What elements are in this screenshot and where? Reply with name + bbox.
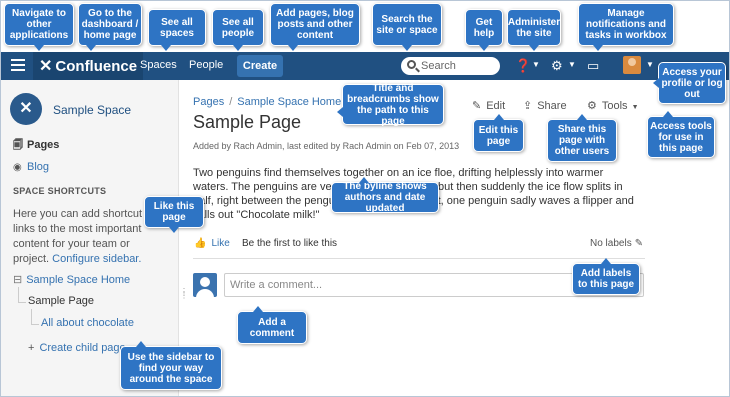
callout-admin: Administer the site	[507, 9, 561, 51]
page-tree-current[interactable]: Sample Page	[28, 295, 94, 307]
space-shortcuts-heading: SPACE SHORTCUTS	[13, 186, 107, 196]
comments-divider	[193, 258, 645, 259]
callout-edit: Edit this page	[473, 114, 524, 152]
share-icon: ⇪	[523, 100, 533, 112]
callout-help: Get help	[465, 9, 503, 51]
callout-share: Share this page with other users	[547, 114, 617, 162]
pencil-icon: ✎	[472, 100, 482, 112]
pages-icon: 🗐	[13, 140, 23, 151]
search-placeholder: Search	[421, 60, 456, 72]
app-switcher-menu-icon[interactable]	[11, 59, 25, 73]
callout-people: See all people	[212, 9, 264, 51]
breadcrumb: Pages / Sample Space Home	[193, 96, 341, 108]
create-button[interactable]: Create	[237, 55, 283, 77]
page-tree-root[interactable]: ⊟ Sample Space Home	[13, 273, 130, 286]
page-tree-child[interactable]: All about chocolate	[41, 317, 134, 329]
space-name-link[interactable]: Sample Space	[53, 103, 131, 117]
callout-dashboard: Go to the dashboard / home page	[78, 3, 142, 51]
tools-label: Tools	[601, 100, 628, 112]
nav-people-link[interactable]: People	[189, 59, 223, 71]
sidebar-item-label: Blog	[27, 161, 50, 173]
comment-placeholder: Write a comment...	[230, 279, 323, 291]
plus-icon: +	[28, 342, 35, 354]
like-button[interactable]: 👍 Like	[194, 238, 230, 249]
tree-connector	[31, 309, 39, 325]
like-status-text: Be the first to like this	[242, 238, 338, 249]
comment-user-avatar	[193, 273, 217, 297]
inbox-icon[interactable]: ▭	[587, 58, 599, 74]
user-avatar[interactable]	[623, 56, 641, 74]
help-icon[interactable]: ❓	[515, 58, 531, 74]
gear-icon[interactable]: ⚙	[551, 58, 563, 74]
top-navigation-bar: ✕ Confluence Spaces People Create Search…	[1, 52, 729, 80]
labels-area[interactable]: No labels ✎	[590, 238, 643, 249]
callout-spaces: See all spaces	[148, 9, 206, 51]
callout-byline: The byline shows authors and date update…	[331, 177, 439, 214]
callout-title: Title and breadcrumbs show the path to t…	[337, 83, 444, 127]
gear-icon: ⚙	[587, 100, 597, 112]
thumbs-up-icon: 👍	[194, 238, 207, 249]
confluence-x-icon: ✕	[39, 58, 53, 75]
breadcrumb-pages-link[interactable]: Pages	[193, 96, 224, 108]
page-title: Sample Page	[193, 112, 302, 132]
callout-comment: Add a comment	[237, 306, 307, 344]
callout-notifications: Manage notifications and tasks in workbo…	[578, 3, 674, 51]
no-labels-text: No labels	[590, 238, 632, 249]
space-logo-icon[interactable]: ✕	[10, 93, 42, 125]
share-label: Share	[537, 100, 567, 112]
nav-spaces-link[interactable]: Spaces	[140, 59, 177, 71]
share-button[interactable]: ⇪ Share	[523, 99, 567, 112]
create-child-page-link[interactable]: + Create child page	[28, 342, 126, 354]
search-input[interactable]: Search	[401, 57, 500, 75]
space-shortcuts-description: Here you can add shortcut links to the m…	[13, 207, 165, 267]
callout-tools: Access tools for use in this page	[647, 111, 715, 158]
sidebar-item-pages[interactable]: 🗐 Pages	[13, 138, 59, 155]
breadcrumb-separator: /	[229, 96, 233, 108]
sidebar-resize-handle[interactable]: ⋮ ⋮	[180, 288, 188, 300]
callout-search: Search the site or space	[372, 3, 442, 51]
callout-profile: Access your profile or log out	[653, 62, 726, 104]
edit-labels-pencil-icon[interactable]: ✎	[635, 238, 643, 249]
tree-connector	[18, 287, 26, 303]
tools-chevron-down-icon: ▼	[631, 104, 639, 111]
help-chevron-down-icon[interactable]: ▼	[532, 60, 540, 69]
page-tree-icon: ⊟	[13, 274, 23, 286]
edit-button[interactable]: ✎ Edit	[472, 99, 505, 112]
tree-root-label: Sample Space Home	[26, 274, 131, 286]
callout-navigate: Navigate to other applications	[4, 3, 74, 51]
like-label: Like	[211, 238, 230, 249]
confluence-logo[interactable]: ✕ Confluence	[33, 52, 144, 80]
create-child-label: Create child page	[39, 342, 126, 354]
breadcrumb-home-link[interactable]: Sample Space Home	[237, 96, 341, 108]
tools-button[interactable]: ⚙ Tools ▼	[587, 99, 639, 112]
callout-sidebar: Use the sidebar to find your way around …	[120, 341, 222, 390]
sidebar-item-blog[interactable]: ◉ Blog	[13, 161, 49, 173]
sidebar-item-label: Pages	[27, 139, 60, 151]
callout-like: Like this page	[144, 196, 204, 233]
search-icon	[407, 60, 416, 69]
callout-add-content: Add pages, blog posts and other content	[270, 3, 360, 51]
admin-chevron-down-icon[interactable]: ▼	[568, 60, 576, 69]
callout-labels: Add labels to this page	[572, 258, 640, 295]
rss-icon: ◉	[13, 162, 22, 173]
profile-chevron-down-icon[interactable]: ▼	[646, 60, 654, 69]
logo-text: Confluence	[55, 57, 138, 75]
edit-label: Edit	[486, 100, 506, 112]
page-byline: Added by Rach Admin, last edited by Rach…	[193, 141, 460, 151]
configure-sidebar-link[interactable]: Configure sidebar.	[52, 253, 141, 265]
